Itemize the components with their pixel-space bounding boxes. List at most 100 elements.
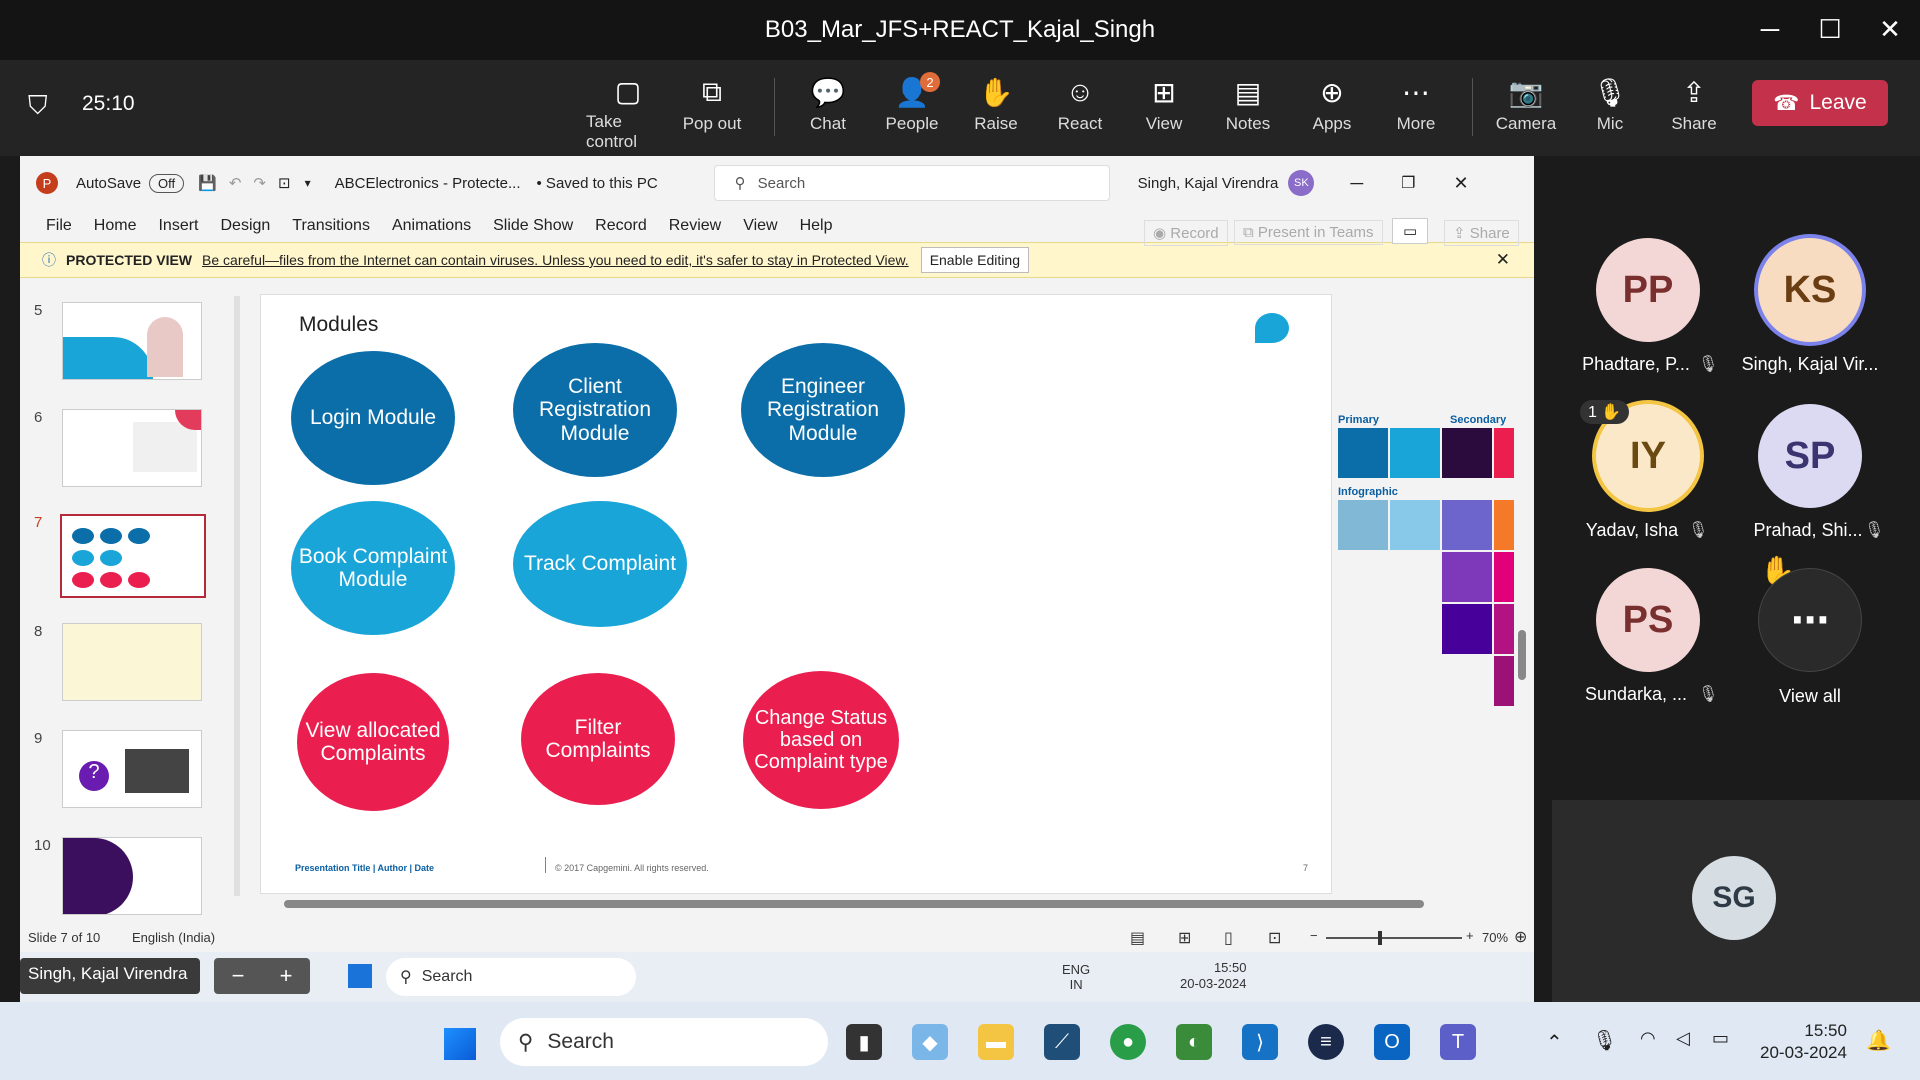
toolbar-label: View: [1145, 114, 1183, 133]
raise-button[interactable]: ✋ Raise: [954, 72, 1038, 152]
app-icon[interactable]: ◐: [1176, 1024, 1212, 1060]
sorter-view-icon[interactable]: ⊞: [1178, 928, 1191, 948]
ribbon-tab-animations[interactable]: Animations: [392, 217, 471, 235]
notes-button[interactable]: ▤ Notes: [1206, 72, 1290, 152]
view-all-label[interactable]: View all: [1730, 686, 1890, 707]
close-button[interactable]: ✕: [1860, 0, 1920, 58]
chrome-icon[interactable]: ●: [1110, 1024, 1146, 1060]
ribbon-tab-slide-show[interactable]: Slide Show: [493, 217, 573, 235]
inner-language[interactable]: ENG IN: [1062, 962, 1090, 992]
search-input[interactable]: ⚲ Search: [713, 165, 1110, 201]
app-icon[interactable]: ◆: [912, 1024, 948, 1060]
present-icon[interactable]: ⊡: [278, 174, 291, 192]
zoom-out-icon[interactable]: −: [1310, 928, 1318, 943]
protected-view-message[interactable]: Be careful—files from the Internet can c…: [202, 252, 909, 268]
mic-button[interactable]: 🎙 Mic: [1568, 72, 1652, 152]
protected-view-label: PROTECTED VIEW: [66, 252, 193, 268]
fit-slide-icon[interactable]: ⊕: [1514, 927, 1527, 947]
avatar[interactable]: SP: [1758, 404, 1862, 508]
zoom-in-icon[interactable]: +: [1466, 928, 1474, 943]
view-button[interactable]: ⊞ View: [1122, 72, 1206, 152]
zoom-controls[interactable]: − +: [214, 958, 310, 994]
taskbar-search[interactable]: ⚲ Search: [500, 1018, 828, 1066]
reading-view-icon[interactable]: ▯: [1224, 928, 1233, 948]
taskbar-clock[interactable]: 15:50 20-03-2024: [1760, 1020, 1847, 1064]
ppt-restore-button[interactable]: ❐: [1401, 173, 1415, 193]
slide-thumbnail[interactable]: [62, 837, 202, 915]
ribbon-tab-insert[interactable]: Insert: [158, 217, 198, 235]
app-icon[interactable]: ≡: [1308, 1024, 1344, 1060]
slide-thumbnail[interactable]: [62, 623, 202, 701]
ribbon-tab-design[interactable]: Design: [220, 217, 270, 235]
file-explorer-icon[interactable]: ▬: [978, 1024, 1014, 1060]
ribbon-tab-record[interactable]: Record: [595, 217, 647, 235]
avatar[interactable]: PP: [1596, 238, 1700, 342]
comments-icon[interactable]: ▭: [1392, 218, 1429, 244]
outlook-icon[interactable]: O: [1374, 1024, 1410, 1060]
customize-qat-icon[interactable]: ▾: [305, 176, 311, 190]
redo-icon[interactable]: ↷: [253, 174, 266, 192]
chevron-up-icon[interactable]: ⌃: [1546, 1030, 1563, 1055]
view-all-button[interactable]: ⋯: [1758, 568, 1862, 672]
account-name[interactable]: Singh, Kajal Virendra: [1138, 175, 1279, 192]
record-button[interactable]: ◉ Record: [1144, 220, 1228, 246]
ribbon-tab-help[interactable]: Help: [800, 217, 833, 235]
vscode-icon[interactable]: ⟩: [1242, 1024, 1278, 1060]
maximize-button[interactable]: ☐: [1800, 0, 1860, 58]
ribbon-tab-review[interactable]: Review: [669, 217, 721, 235]
autosave-toggle[interactable]: Off: [149, 173, 185, 193]
ppt-close-button[interactable]: ✕: [1453, 173, 1468, 194]
normal-view-icon[interactable]: ▤: [1130, 928, 1145, 948]
ribbon-tab-home[interactable]: Home: [94, 217, 137, 235]
teams-icon[interactable]: T: [1440, 1024, 1476, 1060]
react-button[interactable]: ☺ React: [1038, 72, 1122, 152]
notification-bell-icon[interactable]: 🔔: [1866, 1028, 1891, 1053]
battery-icon[interactable]: ▭: [1712, 1028, 1729, 1049]
raise-hand-icon: ✋: [978, 76, 1014, 108]
share-button[interactable]: ⇪ Share: [1444, 220, 1519, 246]
slide-vertical-scrollbar[interactable]: [1516, 290, 1528, 900]
toolbar-label: React: [1057, 114, 1103, 133]
windows-start-icon[interactable]: [444, 1028, 476, 1060]
toolbar-label: Notes: [1225, 114, 1271, 133]
camera-button[interactable]: 📷 Camera: [1484, 72, 1568, 152]
people-button[interactable]: 👤 People 2: [870, 72, 954, 152]
enable-editing-button[interactable]: Enable Editing: [920, 247, 1029, 273]
wifi-icon[interactable]: ◠: [1640, 1028, 1656, 1049]
slide-thumbnail-active[interactable]: [60, 514, 206, 598]
mic-off-icon[interactable]: 🎙: [1592, 1028, 1617, 1053]
slide-thumbnail[interactable]: [62, 409, 202, 487]
protected-view-bar: ⓘ PROTECTED VIEW Be careful—files from t…: [20, 242, 1534, 278]
apps-button[interactable]: ⊕ Apps: [1290, 72, 1374, 152]
app-icon[interactable]: ⟋: [1044, 1024, 1080, 1060]
present-in-teams-button[interactable]: ⧉ Present in Teams: [1234, 220, 1383, 245]
slideshow-icon[interactable]: ⊡: [1268, 928, 1281, 948]
close-protected-view-icon[interactable]: ✕: [1496, 250, 1510, 270]
ribbon-tab-view[interactable]: View: [743, 217, 777, 235]
save-icon[interactable]: 💾: [198, 174, 217, 192]
app-icon[interactable]: ▮: [846, 1024, 882, 1060]
mic-off-icon: 🎙: [1688, 522, 1709, 539]
ribbon-tab-transitions[interactable]: Transitions: [292, 217, 370, 235]
chat-button[interactable]: 💬 Chat: [786, 72, 870, 152]
volume-icon[interactable]: ◁: [1676, 1028, 1690, 1049]
thumbnail-scrollbar[interactable]: [234, 296, 240, 896]
undo-icon[interactable]: ↶: [229, 174, 242, 192]
slide-horizontal-scrollbar[interactable]: [274, 898, 1514, 910]
share-button[interactable]: ⇪ Share: [1652, 72, 1736, 152]
pop-out-button[interactable]: ⧉ Pop out: [670, 72, 754, 152]
ppt-minimize-button[interactable]: ─: [1350, 173, 1363, 194]
inner-search-box[interactable]: ⚲ Search: [386, 958, 636, 996]
slide-thumbnail[interactable]: ?: [62, 730, 202, 808]
zoom-slider[interactable]: [1326, 931, 1462, 945]
more-button[interactable]: ⋯ More: [1374, 72, 1458, 152]
minimize-button[interactable]: ─: [1740, 0, 1800, 58]
avatar[interactable]: KS: [1758, 238, 1862, 342]
account-avatar[interactable]: SK: [1288, 170, 1315, 196]
ribbon-tab-file[interactable]: File: [46, 217, 72, 235]
leave-button[interactable]: ☎ Leave: [1752, 80, 1888, 126]
take-control-button[interactable]: ▢ Take control: [586, 72, 670, 152]
slide-thumbnail[interactable]: [62, 302, 202, 380]
windows-start-icon[interactable]: [348, 964, 372, 988]
avatar[interactable]: PS: [1596, 568, 1700, 672]
